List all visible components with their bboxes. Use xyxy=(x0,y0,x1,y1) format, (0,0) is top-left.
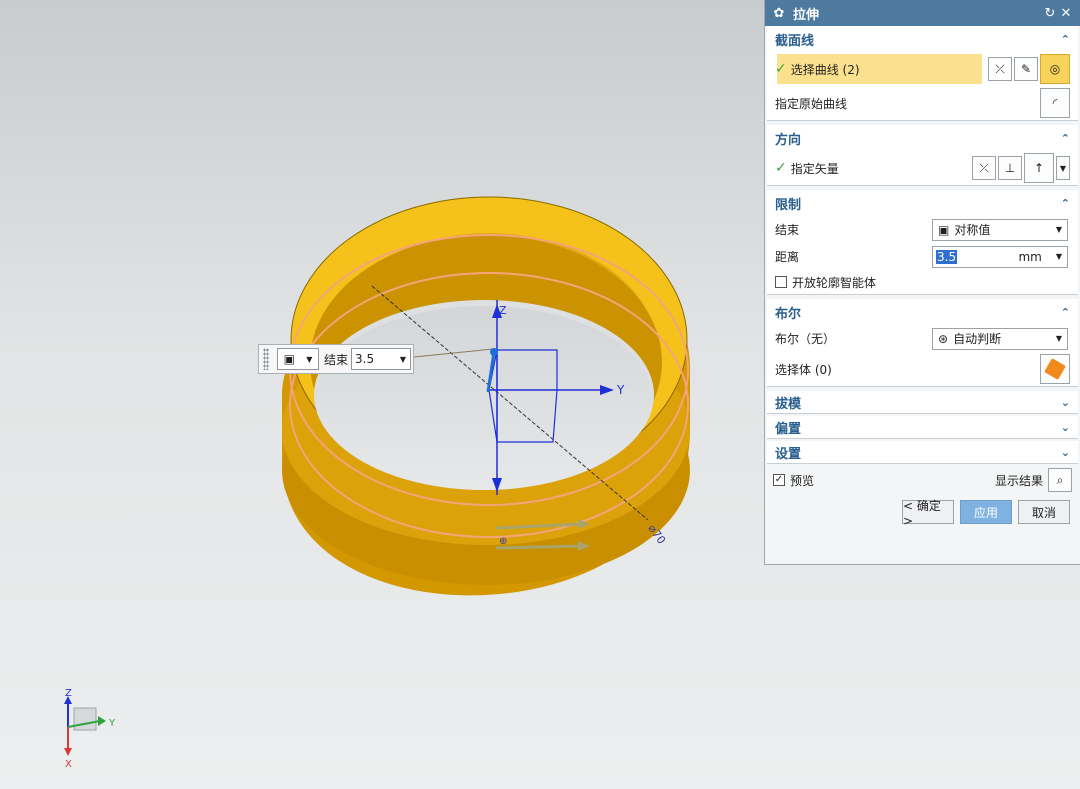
gear-icon[interactable]: ✿ xyxy=(771,6,787,21)
boolean-row: 布尔（无） ⊛ 自动判断 ▼ xyxy=(767,325,1078,352)
triad-y-arrow-icon xyxy=(98,716,106,726)
csys-z-label: Z xyxy=(499,304,507,317)
extrude-arrow-2[interactable] xyxy=(495,544,583,550)
triad-cube[interactable] xyxy=(73,707,97,731)
cube-icon: ▣ xyxy=(283,352,295,366)
chevron-down-icon: ⌄ xyxy=(1060,395,1070,409)
extrude-dialog: ✿ 拉伸 ↻ ✕ 截面线 ⌃ ✓ 选择曲线 (2) ⤫ ✎ ◎ 指定原始曲线 ◜ xyxy=(764,0,1080,565)
group-settings-header[interactable]: 设置 ⌄ xyxy=(767,441,1078,463)
triad-x-arrow-icon xyxy=(64,748,72,756)
reset-icon[interactable]: ↻ xyxy=(1042,6,1058,21)
show-result-label: 显示结果 xyxy=(994,473,1043,488)
group-limits: 限制 ⌃ 结束 ▣ 对称值 ▼ 距离 3.5 mm ▼ 开放轮廓智能体 xyxy=(767,190,1078,295)
chevron-down-icon: ▼ xyxy=(399,354,407,364)
boolean-infer-icon: ⊛ xyxy=(938,331,949,346)
ok-button[interactable]: < 确定 > xyxy=(902,499,954,528)
triad-z-label: Z xyxy=(65,688,72,699)
group-offset: 偏置 ⌄ xyxy=(767,416,1078,439)
chevron-up-icon: ⌃ xyxy=(1060,131,1070,145)
check-icon: ✓ xyxy=(775,61,787,77)
select-curve-row[interactable]: ✓ 选择曲线 (2) ⤫ ✎ ◎ xyxy=(767,52,1078,86)
boolean-dropdown[interactable]: ⊛ 自动判断 ▼ xyxy=(932,327,1068,350)
triad-y-label: Y xyxy=(108,718,116,729)
select-body-label: 选择体 (0) xyxy=(775,362,832,377)
chevron-down-icon: ⌄ xyxy=(1060,445,1070,459)
specify-original-curve-row[interactable]: 指定原始曲线 ◜ xyxy=(767,86,1078,120)
preview-row: 预览 显示结果 ⌕ xyxy=(765,466,1080,494)
end-row: 结束 ▣ 对称值 ▼ xyxy=(767,216,1078,243)
limit-type-dropdown[interactable]: ▣ ▼ xyxy=(277,348,319,370)
group-settings: 设置 ⌄ xyxy=(767,441,1078,464)
dialog-buttons: < 确定 > 应用 取消 xyxy=(765,494,1080,528)
group-title: 设置 xyxy=(775,446,802,462)
chevron-down-icon: ▼ xyxy=(1055,225,1062,234)
distance-input[interactable]: 3.5 mm ▼ xyxy=(932,245,1068,268)
curve-selection-icon[interactable]: ◎ xyxy=(1040,54,1070,84)
group-boolean-header[interactable]: 布尔 ⌃ xyxy=(767,299,1078,325)
chevron-down-icon: ▼ xyxy=(306,354,313,364)
group-offset-header[interactable]: 偏置 ⌄ xyxy=(767,416,1078,438)
apply-button[interactable]: 应用 xyxy=(960,500,1012,524)
original-curve-icon[interactable]: ◜ xyxy=(1040,88,1070,118)
group-title: 限制 xyxy=(775,197,802,213)
group-direction-header[interactable]: 方向 ⌃ xyxy=(767,125,1078,151)
dialog-title: 拉伸 xyxy=(793,7,820,23)
on-screen-input-bar: ▣ ▼ 结束 3.5 ▼ xyxy=(258,344,414,374)
distance-value: 3.5 xyxy=(936,249,958,264)
open-profile-label: 开放轮廓智能体 xyxy=(792,275,877,290)
bottom-csys-mark: ⊕ xyxy=(499,536,507,547)
cancel-button[interactable]: 取消 xyxy=(1018,500,1070,524)
preview-checkbox[interactable] xyxy=(773,474,785,486)
drag-grip-icon[interactable] xyxy=(263,348,269,370)
sketch-icon[interactable]: ✎ xyxy=(1014,57,1038,81)
cube-icon: ▣ xyxy=(938,222,950,237)
group-title: 拔模 xyxy=(775,396,802,412)
chevron-up-icon: ⌃ xyxy=(1060,196,1070,210)
chevron-down-icon: ▼ xyxy=(1055,252,1062,261)
mini-end-value: 3.5 xyxy=(355,352,375,366)
end-type-dropdown[interactable]: ▣ 对称值 ▼ xyxy=(932,218,1068,241)
mini-end-label: 结束 xyxy=(324,352,349,367)
group-draft: 拔模 ⌄ xyxy=(767,391,1078,414)
triad-x-label: X xyxy=(65,759,72,770)
specify-vector-row[interactable]: ✓ 指定矢量 ⤫ ⊥ ↑ ▼ xyxy=(767,151,1078,185)
group-limits-header[interactable]: 限制 ⌃ xyxy=(767,190,1078,216)
open-profile-row[interactable]: 开放轮廓智能体 xyxy=(767,270,1078,294)
open-profile-checkbox[interactable] xyxy=(775,276,787,288)
group-direction: 方向 ⌃ ✓ 指定矢量 ⤫ ⊥ ↑ ▼ xyxy=(767,125,1078,186)
distance-row: 距离 3.5 mm ▼ xyxy=(767,243,1078,270)
solid-body-icon[interactable] xyxy=(1040,354,1070,384)
dialog-title-bar[interactable]: ✿ 拉伸 ↻ ✕ xyxy=(765,0,1080,26)
group-draft-header[interactable]: 拔模 ⌄ xyxy=(767,391,1078,413)
specify-original-curve-label: 指定原始曲线 xyxy=(775,96,848,111)
vector-dialog-icon[interactable]: ⊥ xyxy=(998,156,1022,180)
reverse-direction-icon[interactable]: ⤫ xyxy=(972,156,996,180)
deselect-icon[interactable]: ⤫ xyxy=(988,57,1012,81)
mini-end-value-field[interactable]: 3.5 ▼ xyxy=(351,348,412,370)
group-title: 偏置 xyxy=(775,421,802,437)
group-section-curve-header[interactable]: 截面线 ⌃ xyxy=(767,26,1078,52)
group-title: 方向 xyxy=(775,132,802,148)
vector-type-icon[interactable]: ↑ xyxy=(1024,153,1054,183)
magnifier-icon[interactable]: ⌕ xyxy=(1048,468,1072,492)
close-icon[interactable]: ✕ xyxy=(1058,6,1074,21)
boolean-value: 自动判断 xyxy=(953,332,1002,346)
csys-y-label: Y xyxy=(616,383,625,397)
group-title: 布尔 xyxy=(775,306,802,322)
chevron-up-icon: ⌃ xyxy=(1060,32,1070,46)
group-title: 截面线 xyxy=(775,33,815,49)
chevron-up-icon: ⌃ xyxy=(1060,305,1070,319)
select-body-row[interactable]: 选择体 (0) xyxy=(767,352,1078,386)
check-icon: ✓ xyxy=(775,160,787,176)
vector-dropdown-icon[interactable]: ▼ xyxy=(1056,156,1070,180)
chevron-down-icon: ▼ xyxy=(1055,334,1062,343)
chevron-down-icon: ⌄ xyxy=(1060,420,1070,434)
distance-unit: mm xyxy=(1018,249,1042,264)
ring-hole-shade xyxy=(316,306,652,490)
group-boolean: 布尔 ⌃ 布尔（无） ⊛ 自动判断 ▼ 选择体 (0) xyxy=(767,299,1078,387)
preview-label: 预览 xyxy=(790,473,815,488)
group-section-curve: 截面线 ⌃ ✓ 选择曲线 (2) ⤫ ✎ ◎ 指定原始曲线 ◜ xyxy=(767,26,1078,121)
end-type-value: 对称值 xyxy=(954,223,991,237)
